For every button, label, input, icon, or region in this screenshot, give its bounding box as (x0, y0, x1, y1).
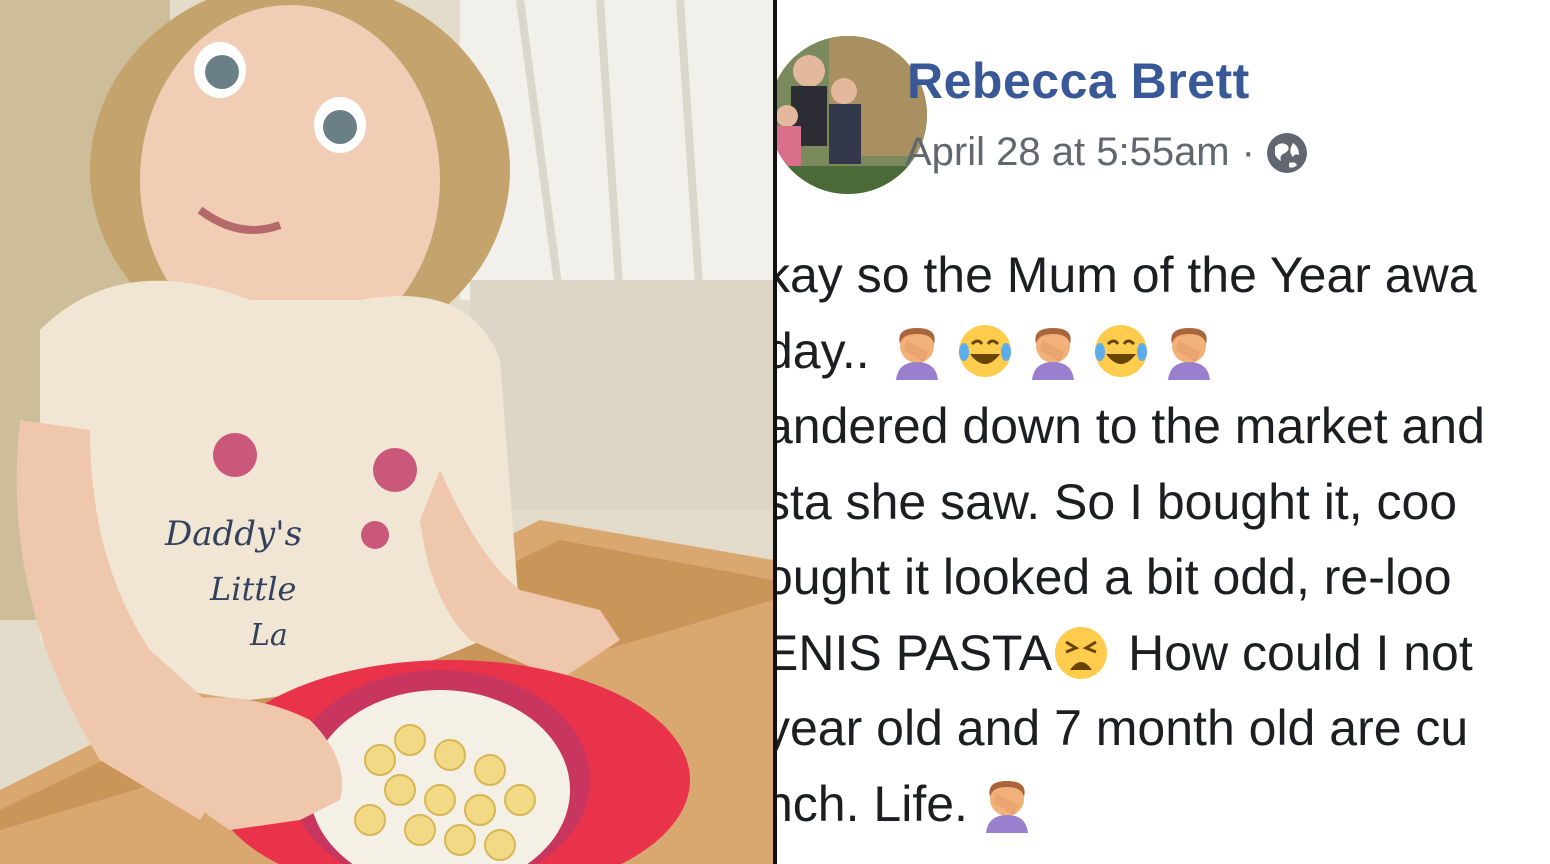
post-line-text: ENIS PASTA (777, 624, 1053, 681)
post-line-text: sta she saw. So I bought it, coo (777, 473, 1458, 530)
facepalm-emoji (895, 328, 938, 381)
post-line: andered down to the market and (777, 389, 1550, 465)
globe-icon[interactable] (1266, 132, 1307, 173)
tears-of-joy-emoji (1094, 325, 1147, 378)
post-line-text: nch. Life. (777, 775, 968, 832)
post-line-text: year old and 7 month old are cu (777, 700, 1469, 756)
post-line-text: ought it looked a bit odd, re-loo (777, 549, 1452, 605)
post-body: kay so the Mum of the Year awa day.. and… (777, 238, 1550, 842)
facepalm-emoji (985, 781, 1028, 834)
post-line: ENIS PASTA How could I not (777, 616, 1550, 692)
tired-face-emoji (1055, 627, 1108, 680)
post-line: ought it looked a bit odd, re-loo (777, 540, 1550, 616)
facebook-post: Rebecca Brett April 28 at 5:55am · kay s… (777, 0, 1550, 864)
post-line-text: kay so the Mum of the Year awa (777, 247, 1477, 303)
post-timestamp[interactable]: April 28 at 5:55am (905, 130, 1230, 175)
post-line: year old and 7 month old are cu (777, 691, 1550, 767)
post-line: kay so the Mum of the Year awa (777, 238, 1550, 314)
post-line-text: andered down to the market and (777, 398, 1485, 454)
shirt-text-1: Daddy's (164, 514, 302, 554)
meta-separator: · (1241, 130, 1255, 174)
post-meta: April 28 at 5:55am · (905, 130, 1307, 175)
child-eating-pasta-photo: Daddy's Little La (0, 0, 773, 864)
post-line-text: How could I not (1128, 624, 1473, 681)
post-line: day.. (777, 314, 1550, 390)
facepalm-emoji (1031, 328, 1074, 381)
post-line: nch. Life. (777, 767, 1550, 843)
post-author[interactable]: Rebecca Brett (907, 52, 1250, 110)
shirt-text-3: La (249, 618, 288, 653)
post-line-text: day.. (777, 322, 870, 379)
shirt-text-2: Little (209, 570, 296, 608)
facepalm-emoji (1167, 328, 1210, 381)
photo-panel: Daddy's Little La (0, 0, 773, 864)
post-line: sta she saw. So I bought it, coo (777, 465, 1550, 541)
tears-of-joy-emoji (958, 325, 1011, 378)
